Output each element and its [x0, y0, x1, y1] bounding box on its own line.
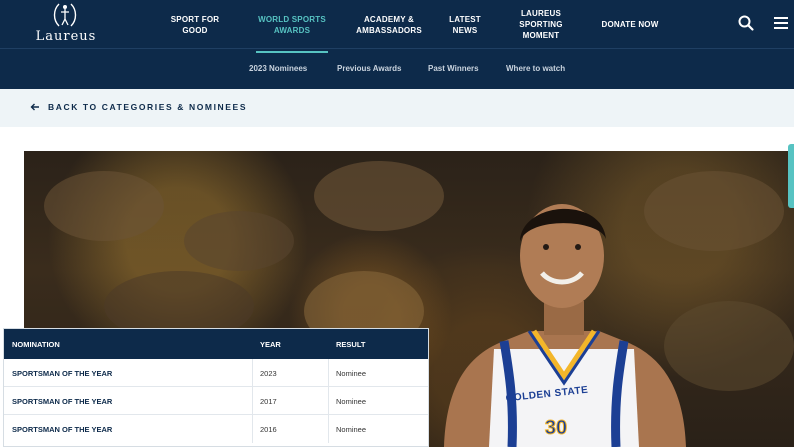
row-year: 2023	[260, 369, 277, 378]
table-row: SPORTSMAN OF THE YEAR 2017 Nominee	[4, 387, 428, 415]
nav-donate-now[interactable]: DONATE NOW	[592, 0, 668, 49]
subnav-previous-awards[interactable]: Previous Awards	[337, 64, 401, 73]
search-button[interactable]	[737, 14, 757, 34]
row-year: 2016	[260, 425, 277, 434]
row-year: 2017	[260, 397, 277, 406]
subnav-past-winners[interactable]: Past Winners	[428, 64, 479, 73]
header-nomination: NOMINATION	[12, 340, 60, 349]
sub-navigation: 2023 Nominees Previous Awards Past Winne…	[0, 49, 794, 89]
table-header: NOMINATION YEAR RESULT	[4, 329, 428, 359]
jersey-number: 30	[544, 417, 568, 440]
row-nomination: SPORTSMAN OF THE YEAR	[12, 425, 113, 434]
table-row: SPORTSMAN OF THE YEAR 2016 Nominee	[4, 415, 428, 443]
player-figure	[444, 204, 686, 447]
row-result: Nominee	[336, 425, 367, 434]
row-result: Nominee	[336, 369, 367, 378]
hamburger-menu-icon	[774, 17, 788, 29]
laurel-figure-icon	[53, 3, 77, 27]
header-result: RESULT	[336, 340, 366, 349]
brand-wordmark: Laureus	[35, 29, 97, 44]
top-navigation: Laureus SPORT FOR GOOD WORLD SPORTS AWAR…	[0, 0, 794, 49]
search-icon	[738, 15, 754, 31]
table-row: SPORTSMAN OF THE YEAR 2023 Nominee	[4, 359, 428, 387]
row-nomination: SPORTSMAN OF THE YEAR	[12, 397, 113, 406]
side-tab[interactable]	[788, 144, 794, 208]
laureus-logo[interactable]: Laureus	[26, 2, 106, 46]
nav-latest-news[interactable]: LATEST NEWS	[440, 0, 490, 49]
subnav-where-to-watch[interactable]: Where to watch	[506, 64, 565, 73]
nav-academy-ambassadors[interactable]: ACADEMY & AMBASSADORS	[348, 0, 430, 49]
arrow-left-icon	[30, 103, 39, 111]
row-nomination: SPORTSMAN OF THE YEAR	[12, 369, 113, 378]
subnav-2023-nominees[interactable]: 2023 Nominees	[249, 64, 307, 73]
nav-world-sports-awards[interactable]: WORLD SPORTS AWARDS	[252, 0, 332, 49]
nominations-table: NOMINATION YEAR RESULT SPORTSMAN OF THE …	[3, 328, 429, 447]
header-year: YEAR	[260, 340, 281, 349]
active-nav-indicator	[256, 51, 328, 53]
back-to-categories-link[interactable]: BACK TO CATEGORIES & NOMINEES	[30, 102, 247, 112]
row-result: Nominee	[336, 397, 367, 406]
menu-button[interactable]	[772, 14, 792, 34]
nav-sport-for-good[interactable]: SPORT FOR GOOD	[160, 0, 230, 49]
back-bar: BACK TO CATEGORIES & NOMINEES	[0, 89, 794, 127]
nav-laureus-sporting-moment[interactable]: LAUREUS SPORTING MOMENT	[506, 0, 576, 49]
back-link-label: BACK TO CATEGORIES & NOMINEES	[48, 102, 248, 112]
